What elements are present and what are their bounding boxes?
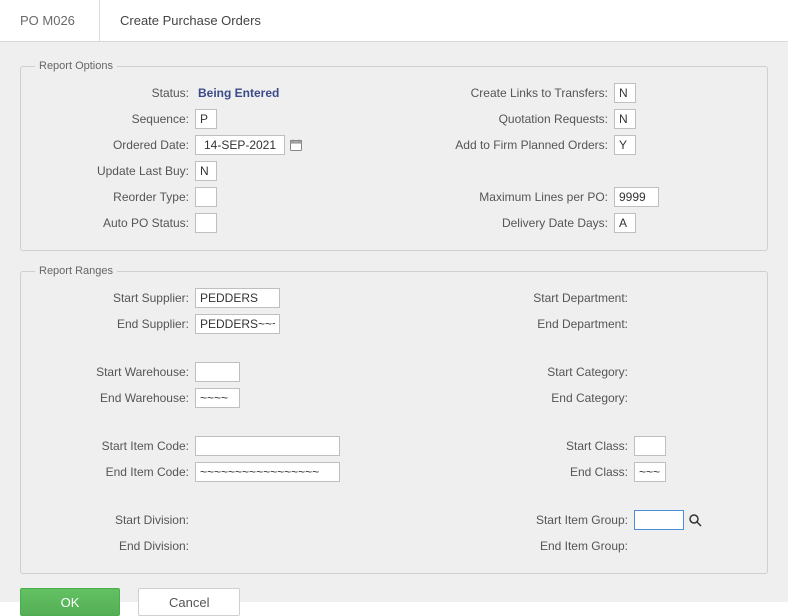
auto-po-status-input[interactable] xyxy=(195,213,217,233)
end-item-code-input[interactable] xyxy=(195,462,340,482)
button-row: OK Cancel xyxy=(20,588,768,616)
calendar-icon[interactable] xyxy=(289,138,303,152)
update-last-buy-label: Update Last Buy: xyxy=(35,164,195,178)
start-item-code-label: Start Item Code: xyxy=(35,439,195,453)
start-class-input[interactable] xyxy=(634,436,666,456)
start-class-label: Start Class: xyxy=(404,439,634,453)
start-division-label: Start Division: xyxy=(35,513,195,527)
screen-title: Create Purchase Orders xyxy=(100,13,261,28)
ok-button[interactable]: OK xyxy=(20,588,120,616)
end-category-label: End Category: xyxy=(404,391,634,405)
screen-code: PO M026 xyxy=(0,0,100,41)
sequence-label: Sequence: xyxy=(35,112,195,126)
report-ranges-legend: Report Ranges xyxy=(35,265,117,277)
end-warehouse-label: End Warehouse: xyxy=(35,391,195,405)
create-links-input[interactable] xyxy=(614,83,636,103)
start-supplier-label: Start Supplier: xyxy=(35,291,195,305)
quotation-requests-input[interactable] xyxy=(614,109,636,129)
max-lines-input[interactable] xyxy=(614,187,659,207)
ordered-date-label: Ordered Date: xyxy=(35,138,195,152)
search-icon[interactable] xyxy=(688,513,702,527)
update-last-buy-input[interactable] xyxy=(195,161,217,181)
reorder-type-input[interactable] xyxy=(195,187,217,207)
status-label: Status: xyxy=(35,86,195,100)
end-supplier-input[interactable] xyxy=(195,314,280,334)
reorder-type-label: Reorder Type: xyxy=(35,190,195,204)
auto-po-status-label: Auto PO Status: xyxy=(35,216,195,230)
ordered-date-input[interactable] xyxy=(195,135,285,155)
end-division-label: End Division: xyxy=(35,539,195,553)
header-bar: PO M026 Create Purchase Orders xyxy=(0,0,788,42)
start-warehouse-label: Start Warehouse: xyxy=(35,365,195,379)
create-links-label: Create Links to Transfers: xyxy=(404,86,614,100)
end-class-input[interactable] xyxy=(634,462,666,482)
sequence-input[interactable] xyxy=(195,109,217,129)
start-department-label: Start Department: xyxy=(404,291,634,305)
end-class-label: End Class: xyxy=(404,465,634,479)
add-firm-label: Add to Firm Planned Orders: xyxy=(404,138,614,152)
content-area: Report Options Status: Being Entered Seq… xyxy=(0,42,788,602)
start-supplier-input[interactable] xyxy=(195,288,280,308)
end-item-group-label: End Item Group: xyxy=(404,539,634,553)
delivery-days-label: Delivery Date Days: xyxy=(404,216,614,230)
max-lines-label: Maximum Lines per PO: xyxy=(404,190,614,204)
delivery-days-input[interactable] xyxy=(614,213,636,233)
status-value: Being Entered xyxy=(195,86,279,100)
end-supplier-label: End Supplier: xyxy=(35,317,195,331)
quotation-requests-label: Quotation Requests: xyxy=(404,112,614,126)
report-ranges-panel: Report Ranges Start Supplier: End Suppli… xyxy=(20,265,768,574)
cancel-button[interactable]: Cancel xyxy=(138,588,240,616)
end-item-code-label: End Item Code: xyxy=(35,465,195,479)
end-department-label: End Department: xyxy=(404,317,634,331)
report-options-legend: Report Options xyxy=(35,60,117,72)
end-warehouse-input[interactable] xyxy=(195,388,240,408)
add-firm-input[interactable] xyxy=(614,135,636,155)
start-item-group-label: Start Item Group: xyxy=(404,513,634,527)
start-warehouse-input[interactable] xyxy=(195,362,240,382)
report-options-panel: Report Options Status: Being Entered Seq… xyxy=(20,60,768,251)
start-item-code-input[interactable] xyxy=(195,436,340,456)
start-category-label: Start Category: xyxy=(404,365,634,379)
start-item-group-input[interactable] xyxy=(634,510,684,530)
